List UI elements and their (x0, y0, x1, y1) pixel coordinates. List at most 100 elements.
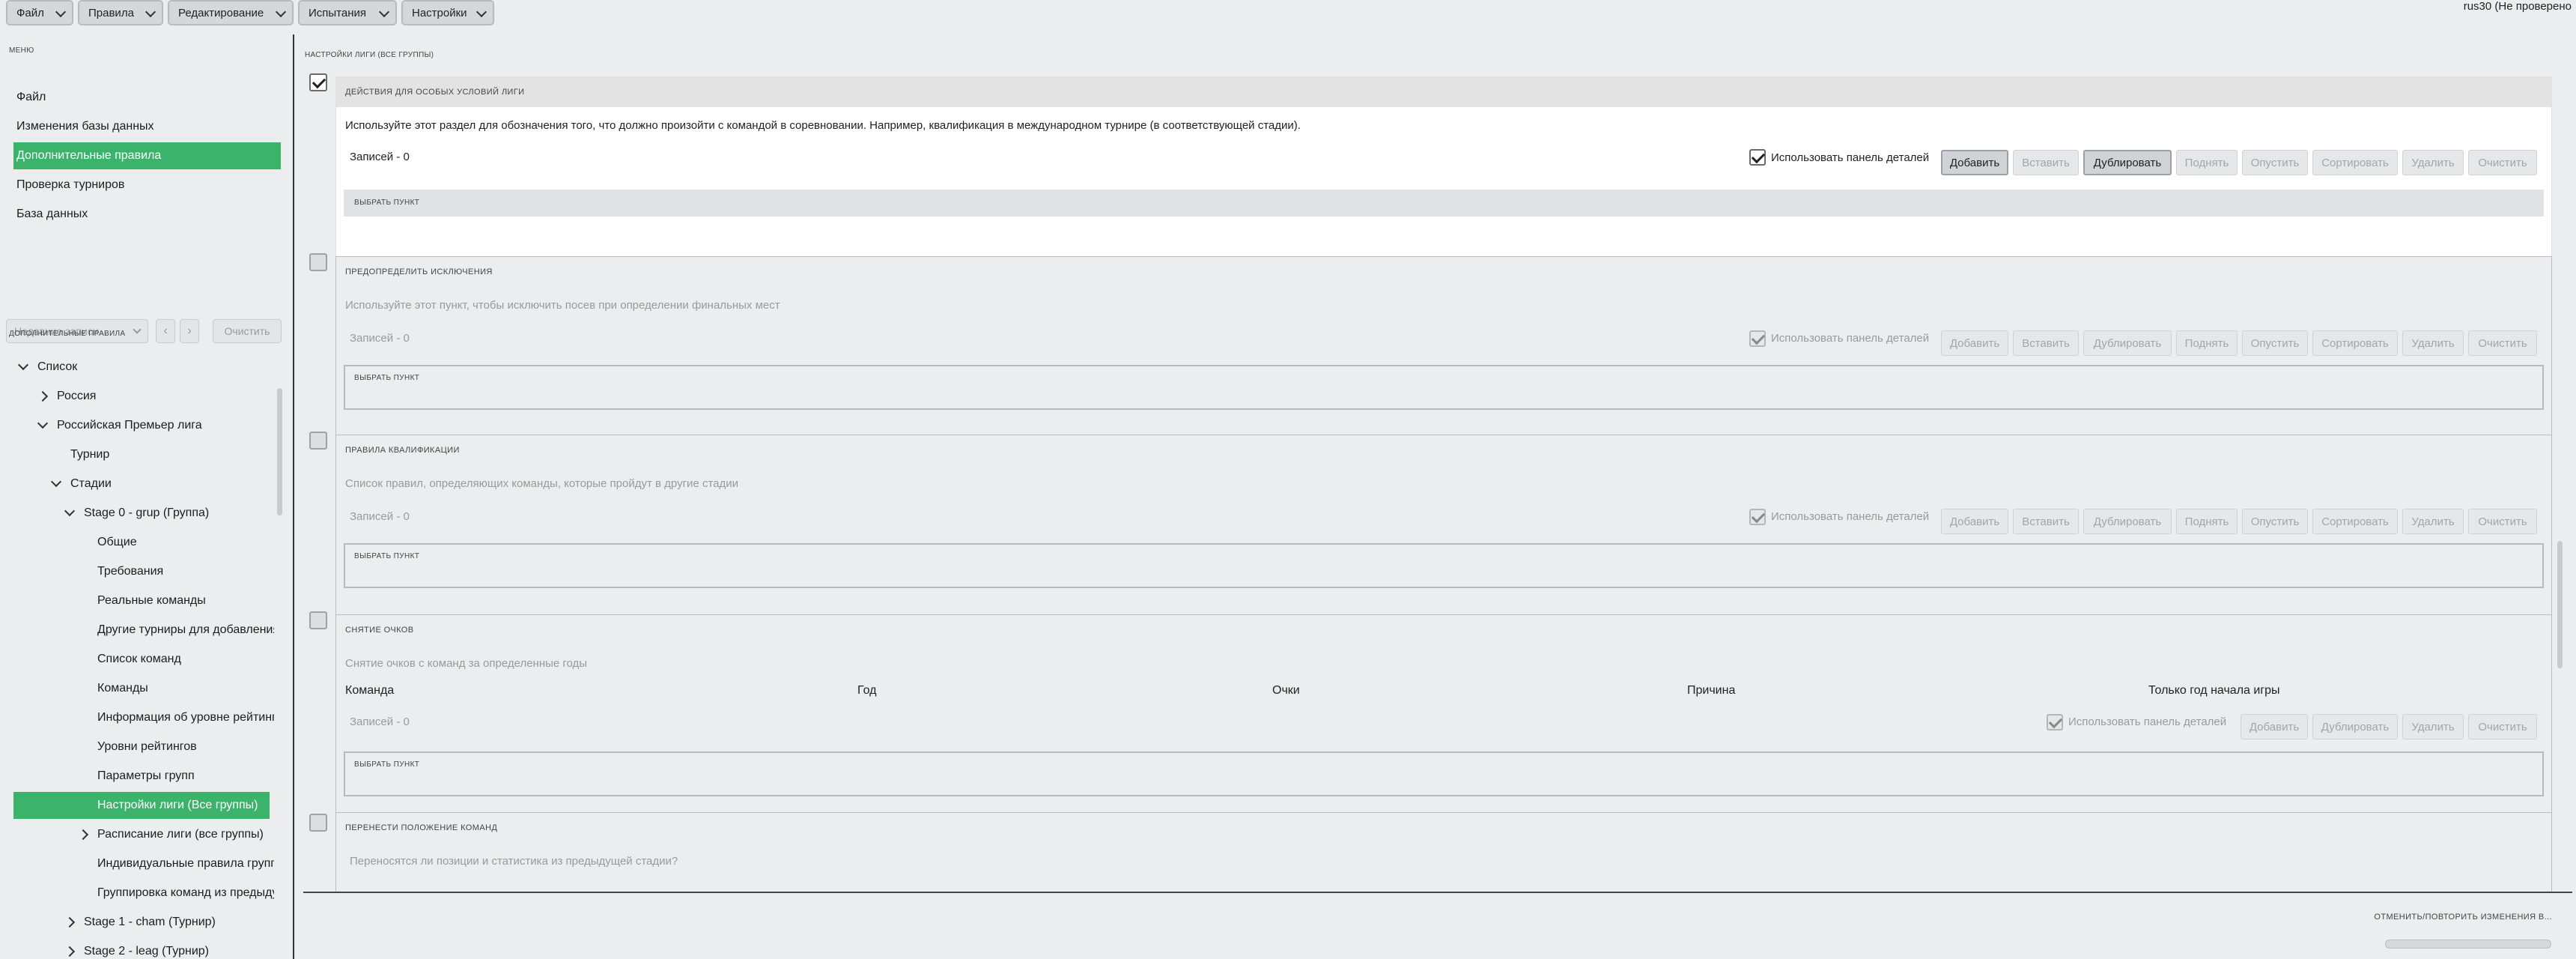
select-item-box[interactable]: ВЫБРАТЬ ПУНКТ (344, 190, 2544, 217)
clear-button[interactable]: Очистить (2468, 150, 2537, 175)
move-down-button[interactable]: Опустить (2242, 330, 2308, 356)
use-details-checkbox[interactable] (1749, 330, 1766, 347)
chevron-down-icon[interactable] (37, 417, 49, 429)
section-description: Используйте этот раздел для обозначения … (345, 119, 1301, 132)
use-details-label: Использовать панель деталей (1771, 332, 1930, 345)
tree-item-label: Турнир (70, 448, 110, 461)
delete-button[interactable]: Удалить (2402, 330, 2464, 356)
section-enable-checkbox[interactable] (309, 814, 327, 832)
tree-item[interactable]: Другие турниры для добавления ст (97, 617, 274, 644)
duplicate-button[interactable]: Дублировать (2083, 509, 2172, 534)
chevron-down-icon[interactable] (50, 476, 62, 488)
use-details-checkbox[interactable] (1749, 149, 1766, 166)
tree-item[interactable]: Команды (97, 675, 274, 702)
tree-item[interactable]: Информация об уровне рейтинга (97, 704, 274, 731)
menu-tests[interactable]: Испытания (298, 0, 397, 25)
sidebar-scrollbar[interactable] (277, 388, 282, 515)
paste-button[interactable]: Вставить (2013, 150, 2079, 175)
menu-item[interactable]: Дополнительные правила (13, 142, 281, 169)
back-icon[interactable]: ‹ (156, 319, 175, 343)
menu-edit[interactable]: Редактирование (168, 0, 294, 25)
select-item-box[interactable]: ВЫБРАТЬ ПУНКТ (344, 365, 2544, 410)
tree-item[interactable]: Турнир (70, 441, 274, 468)
tree-item-label: Stage 0 - grup (Группа) (84, 506, 210, 519)
add-button[interactable]: Добавить (1941, 330, 2008, 356)
sort-button[interactable]: Сортировать (2312, 150, 2398, 175)
section-enable-checkbox[interactable] (309, 611, 327, 629)
tree-item-label: Стадии (70, 477, 112, 490)
chevron-down-icon (145, 6, 157, 18)
tree-item[interactable]: Список команд (97, 646, 274, 673)
main-scrollbar[interactable] (2557, 541, 2563, 668)
section-enable-checkbox[interactable] (309, 253, 327, 271)
tree-item[interactable]: Stage 2 - leag (Турнир) (84, 938, 274, 959)
clear-button[interactable]: Очистить (2468, 714, 2537, 739)
tree-item[interactable]: Индивидуальные правила группы (97, 850, 274, 877)
chevron-down-icon (476, 6, 487, 18)
clear-recent-button[interactable]: Очистить (213, 319, 282, 343)
chevron-right-icon[interactable] (77, 829, 89, 841)
tree-item[interactable]: Реальные команды (97, 587, 274, 614)
tree-item[interactable]: Требования (97, 558, 274, 585)
add-button[interactable]: Добавить (1941, 509, 2008, 534)
tree-item[interactable]: Расписание лиги (все группы) (97, 821, 274, 848)
menu-settings[interactable]: Настройки (401, 0, 494, 25)
tree-item[interactable]: Stage 0 - grup (Группа) (84, 500, 274, 527)
chevron-right-icon[interactable] (64, 946, 76, 958)
horizontal-scrollbar[interactable] (2385, 940, 2551, 949)
tree-item[interactable]: Параметры групп (97, 763, 274, 790)
sort-button[interactable]: Сортировать (2312, 509, 2398, 534)
tree-item[interactable]: Список (37, 354, 274, 381)
tree-item[interactable]: Стадии (70, 471, 274, 497)
column-header-start-year-only[interactable]: Только год начала игры (2148, 684, 2280, 698)
tree-item-label: Группировка команд из предыдущ (97, 886, 274, 899)
move-down-button[interactable]: Опустить (2242, 509, 2308, 534)
move-up-button[interactable]: Поднять (2176, 509, 2238, 534)
column-header-year[interactable]: Год (857, 684, 876, 698)
tree-item[interactable]: Stage 1 - cham (Турнир) (84, 909, 274, 936)
tree-item[interactable]: Российская Премьер лига (57, 412, 274, 439)
clear-button[interactable]: Очистить (2468, 330, 2537, 356)
sort-button[interactable]: Сортировать (2312, 330, 2398, 356)
section-enable-checkbox[interactable] (309, 432, 327, 450)
menu-item[interactable]: Проверка турниров (13, 172, 281, 199)
chevron-right-icon[interactable] (64, 916, 76, 928)
column-header-points[interactable]: Очки (1272, 684, 1300, 698)
add-button[interactable]: Добавить (1941, 150, 2008, 175)
column-header-team[interactable]: Команда (345, 684, 394, 698)
move-up-button[interactable]: Поднять (2176, 330, 2238, 356)
tree-item[interactable]: Россия (57, 383, 274, 410)
tree-item[interactable]: Группировка команд из предыдущ (97, 880, 274, 907)
menu-item[interactable]: Изменения базы данных (13, 113, 281, 140)
duplicate-button[interactable]: Дублировать (2312, 714, 2398, 739)
use-details-checkbox[interactable] (1749, 509, 1766, 525)
menu-rules[interactable]: Правила (78, 0, 163, 25)
section-enable-checkbox[interactable] (309, 73, 327, 91)
select-item-box[interactable]: ВЫБРАТЬ ПУНКТ (344, 751, 2544, 796)
tree-item[interactable]: Общие (97, 529, 274, 556)
paste-button[interactable]: Вставить (2013, 330, 2079, 356)
paste-button[interactable]: Вставить (2013, 509, 2079, 534)
duplicate-button[interactable]: Дублировать (2083, 330, 2172, 356)
move-up-button[interactable]: Поднять (2176, 150, 2238, 175)
delete-button[interactable]: Удалить (2402, 714, 2464, 739)
forward-icon[interactable]: › (180, 319, 199, 343)
chevron-down-icon[interactable] (17, 359, 29, 371)
column-header-reason[interactable]: Причина (1687, 684, 1735, 698)
menu-item[interactable]: База данных (13, 201, 281, 228)
delete-button[interactable]: Удалить (2402, 150, 2464, 175)
clear-button[interactable]: Очистить (2468, 509, 2537, 534)
use-details-checkbox[interactable] (2047, 714, 2063, 730)
menu-item[interactable]: Файл (13, 84, 281, 111)
add-button[interactable]: Добавить (2241, 714, 2308, 739)
chevron-right-icon[interactable] (37, 390, 49, 402)
delete-button[interactable]: Удалить (2402, 509, 2464, 534)
menu-file[interactable]: Файл (6, 0, 73, 25)
chevron-down-icon[interactable] (64, 505, 76, 517)
duplicate-button[interactable]: Дублировать (2083, 150, 2172, 175)
select-item-box[interactable]: ВЫБРАТЬ ПУНКТ (344, 543, 2544, 588)
tree-item-label: Реальные команды (97, 594, 206, 607)
tree-item[interactable]: Настройки лиги (Все группы) (13, 792, 270, 819)
move-down-button[interactable]: Опустить (2242, 150, 2308, 175)
tree-item[interactable]: Уровни рейтингов (97, 733, 274, 760)
